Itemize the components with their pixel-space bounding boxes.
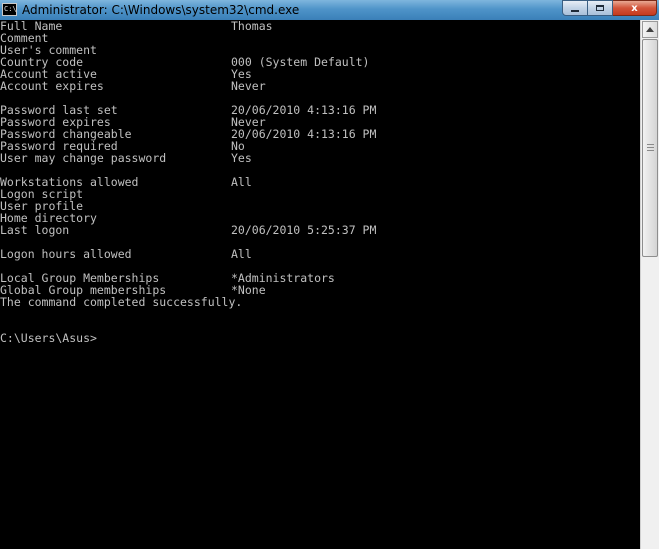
field-value: Thomas [231, 20, 273, 33]
console-line: User may change password Yes [0, 152, 640, 164]
field-value: 20/06/2010 5:25:37 PM [231, 223, 377, 237]
console-line: Logon hours allowed All [0, 248, 640, 260]
field-value: All [231, 247, 252, 261]
vertical-scrollbar[interactable] [640, 20, 659, 549]
scroll-up-button[interactable] [642, 21, 658, 38]
field-label: Account expires [0, 79, 104, 93]
command-prompt[interactable]: C:\Users\Asus> [0, 332, 640, 344]
maximize-button[interactable] [588, 0, 613, 16]
console-line: Full Name Thomas [0, 20, 640, 32]
console-line: Logon script [0, 188, 640, 200]
cmd-app-icon[interactable]: C:\ [2, 3, 17, 16]
cmd-window: C:\ Administrator: C:\Windows\system32\c… [0, 0, 659, 549]
scrollbar-thumb[interactable] [642, 39, 658, 257]
console-line: Workstations allowed All [0, 176, 640, 188]
window-title: Administrator: C:\Windows\system32\cmd.e… [22, 3, 300, 17]
field-value: Yes [231, 151, 252, 165]
close-button[interactable]: x [613, 0, 657, 16]
console-line: Account expires Never [0, 80, 640, 92]
grip-line [647, 150, 654, 151]
console-lines: Full Name Thomas Comment User's comment Coun… [0, 20, 640, 296]
field-label: Last logon [0, 223, 70, 237]
completion-message: The command completed successfully. [0, 295, 243, 309]
field-value: All [231, 175, 252, 189]
grip-line [647, 147, 654, 148]
console-output[interactable]: Full Name Thomas Comment User's comment Coun… [0, 20, 640, 549]
window-controls: x [562, 0, 657, 16]
field-label: User may change password [0, 151, 167, 165]
arrow-up-icon [646, 27, 654, 32]
minimize-button[interactable] [562, 0, 588, 16]
grip-line [647, 144, 654, 145]
title-bar[interactable]: C:\ Administrator: C:\Windows\system32\c… [0, 0, 659, 20]
maximize-icon [596, 5, 604, 11]
field-value: 20/06/2010 4:13:16 PM [231, 127, 377, 141]
minimize-icon [571, 10, 579, 12]
field-value: Never [231, 79, 266, 93]
close-icon: x [631, 2, 638, 14]
field-label: Logon hours allowed [0, 247, 132, 261]
console-line: Last logon 20/06/2010 5:25:37 PM [0, 224, 640, 236]
